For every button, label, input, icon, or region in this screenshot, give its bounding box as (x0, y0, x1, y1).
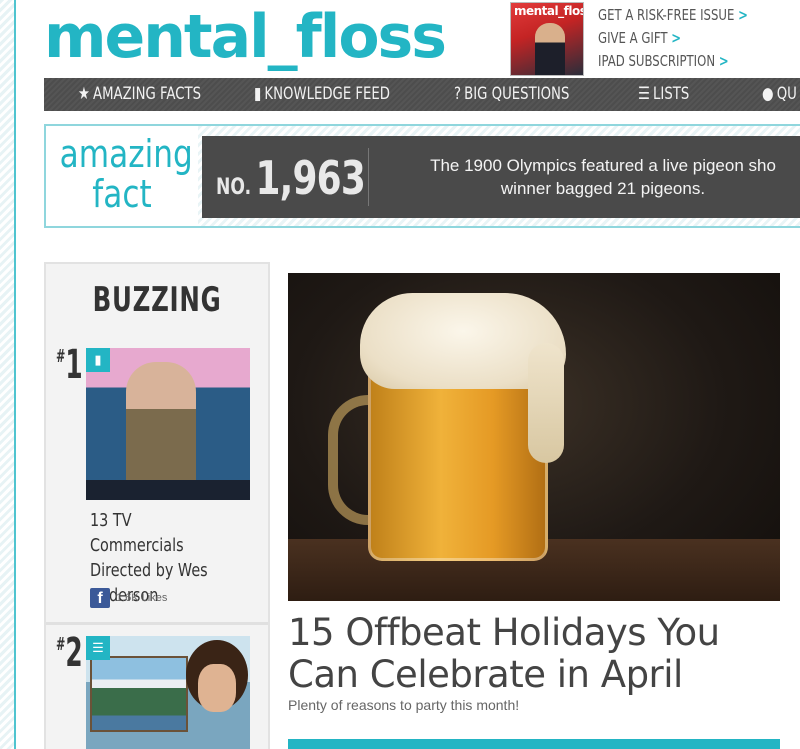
magazine-cover-title: mental_floss (514, 4, 583, 18)
table-image (86, 480, 250, 500)
lightbulb-icon: ● (762, 84, 774, 104)
chevron-right-icon: > (738, 6, 748, 24)
buzz-item-2-thumbnail[interactable] (86, 636, 250, 749)
buzz-item-1-thumbnail[interactable] (86, 348, 250, 500)
fact-text: The 1900 Olympics featured a live pigeon… (430, 156, 776, 198)
list-icon: ☰ (638, 84, 650, 104)
amazing-fact-banner[interactable]: amazing fact NO. 1,963 The 1900 Olympics… (44, 124, 800, 228)
nav-item-quiz[interactable]: ● QU (762, 78, 797, 111)
star-icon: ★ (78, 84, 90, 104)
buzzing-title: BUZZING (92, 280, 222, 320)
question-icon: ? (454, 84, 462, 104)
main-nav: ★ AMAZING FACTS ▮ KNOWLEDGE FEED ? BIG QUES… (44, 78, 800, 111)
fact-number: NO. 1,963 (216, 151, 366, 205)
fact-content-panel: NO. 1,963 The 1900 Olympics featured a l… (202, 136, 800, 218)
magazine-cover-image[interactable]: mental_floss (510, 2, 584, 76)
beer-mug (368, 361, 548, 561)
ipad-subscription-link[interactable]: IPAD SUBSCRIPTION > (598, 50, 748, 73)
amazing-fact-label: amazing fact (46, 126, 198, 226)
feature-subtitle: Plenty of reasons to party this month! (288, 697, 520, 713)
left-decorative-stripe (0, 0, 16, 749)
subscribe-links: GET A RISK-FREE ISSUE > GIVE A GIFT > IP… (598, 4, 790, 73)
painting-image (90, 656, 188, 732)
nav-item-amazing-facts[interactable]: ★ AMAZING FACTS (78, 78, 201, 111)
divider (46, 622, 268, 625)
nav-item-big-questions[interactable]: ? BIG QUESTIONS (454, 78, 569, 111)
site-logo[interactable]: mental_floss (44, 2, 447, 72)
foam-drip (528, 343, 564, 463)
nav-item-knowledge-feed[interactable]: ▮ KNOWLEDGE FEED (254, 78, 390, 111)
list-icon: ☰ (86, 636, 110, 660)
facebook-likes[interactable]: f 1.6K Likes (90, 588, 167, 608)
facebook-icon: f (90, 588, 110, 608)
chevron-right-icon: > (718, 52, 729, 70)
book-icon: ▮ (86, 348, 110, 372)
book-icon: ▮ (254, 84, 262, 104)
nav-item-lists[interactable]: ☰ LISTS (638, 78, 689, 111)
give-gift-link[interactable]: GIVE A GIFT > (598, 27, 748, 50)
chevron-right-icon: > (671, 29, 682, 47)
rank-number: #2 (56, 630, 83, 676)
buzzing-sidebar: BUZZING #1 ▮ 13 TV Commercials Directed … (44, 262, 270, 749)
feature-accent-bar (288, 739, 780, 749)
fact-divider (368, 148, 369, 206)
risk-free-issue-link[interactable]: GET A RISK-FREE ISSUE > (598, 4, 748, 27)
feature-image[interactable] (288, 273, 780, 601)
person-face-image (198, 664, 236, 712)
rank-number: #1 (56, 342, 83, 388)
magazine-cover-person (535, 23, 565, 75)
feature-title[interactable]: 15 Offbeat Holidays You Can Celebrate in… (288, 612, 788, 696)
